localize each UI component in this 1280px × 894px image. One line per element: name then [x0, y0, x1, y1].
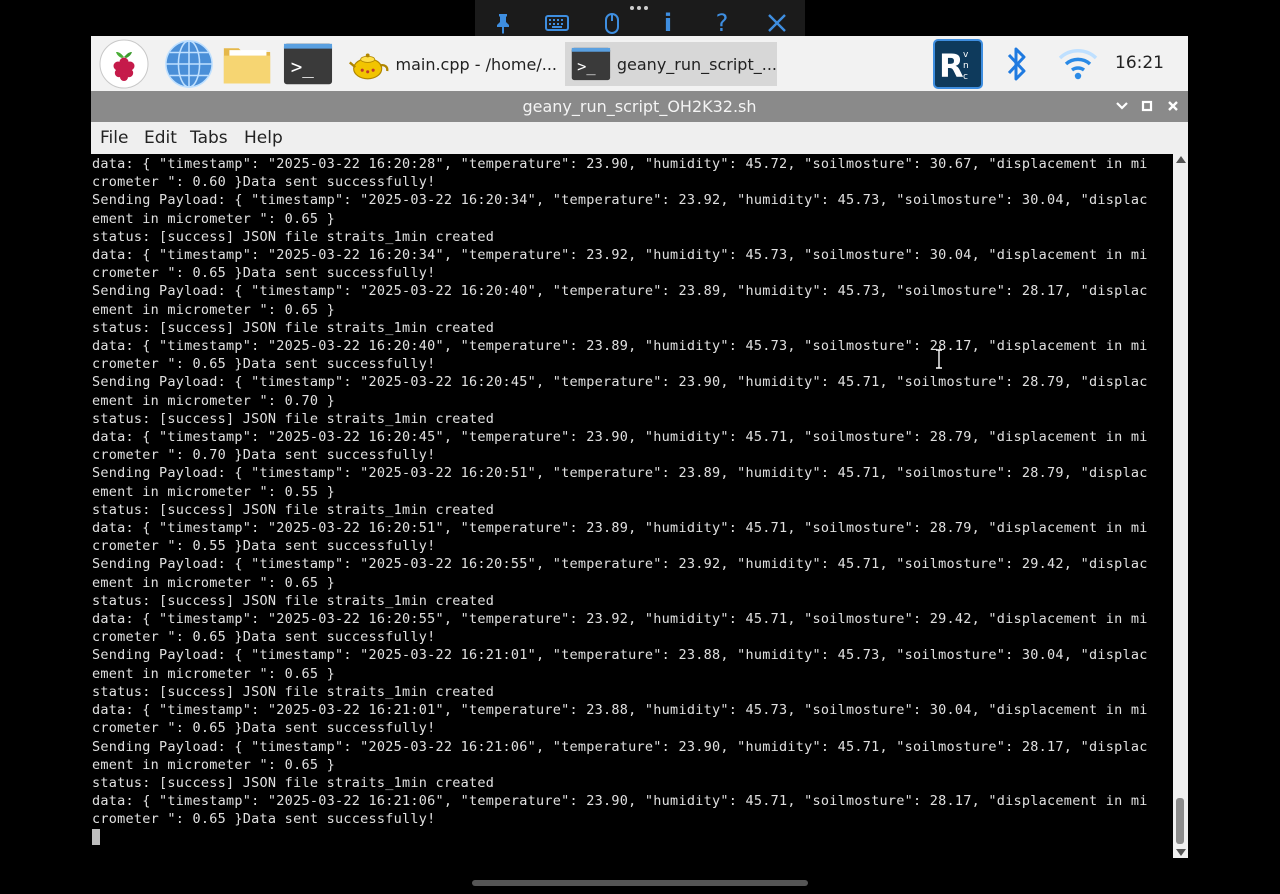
- menu-file[interactable]: File: [100, 122, 128, 154]
- info-glyph: i: [663, 9, 673, 37]
- window-titlebar[interactable]: geany_run_script_OH2K32.sh: [91, 91, 1188, 122]
- menu-edit[interactable]: Edit: [144, 122, 177, 154]
- terminal-icon[interactable]: >_: [283, 40, 333, 88]
- terminal-line: data: { "timestamp": "2025-03-22 16:21:0…: [92, 793, 1148, 810]
- menu-tabs[interactable]: Tabs: [190, 122, 228, 154]
- window-title: geany_run_script_OH2K32.sh: [522, 97, 757, 116]
- geany-icon: [349, 53, 389, 80]
- svg-text:>_: >_: [577, 58, 596, 76]
- terminal-output[interactable]: data: { "timestamp": "2025-03-22 16:20:2…: [91, 154, 1173, 858]
- svg-text:v: v: [963, 50, 969, 60]
- terminal-line: data: { "timestamp": "2025-03-22 16:20:4…: [92, 338, 1148, 355]
- svg-text:R: R: [939, 47, 964, 85]
- scroll-up-arrow[interactable]: [1176, 156, 1186, 163]
- raspberry-menu-icon[interactable]: [99, 39, 149, 89]
- terminal-line: crometer ": 0.65 }Data sent successfully…: [92, 811, 436, 828]
- task-main-cpp[interactable]: main.cpp - /home/...: [349, 42, 557, 86]
- text-cursor-icon: [935, 349, 943, 369]
- terminal-line: status: [success] JSON file straits_1min…: [92, 683, 495, 700]
- scroll-thumb[interactable]: [1176, 798, 1184, 844]
- terminal-line: crometer ": 0.65 }Data sent successfully…: [92, 720, 436, 737]
- task-label: geany_run_script_...: [616, 54, 777, 74]
- terminal-line: data: { "timestamp": "2025-03-22 16:21:0…: [92, 702, 1148, 719]
- terminal-line: crometer ": 0.65 }Data sent successfully…: [92, 629, 436, 646]
- terminal-line: ement in micrometer ": 0.55 }: [92, 483, 335, 500]
- close-window-icon[interactable]: [1164, 97, 1182, 115]
- scrollbar[interactable]: [1173, 154, 1188, 858]
- terminal-line: data: { "timestamp": "2025-03-22 16:20:2…: [92, 156, 1148, 172]
- terminal-line: ement in micrometer ": 0.65 }: [92, 301, 335, 318]
- terminal-line: status: [success] JSON file straits_1min…: [92, 319, 495, 336]
- terminal-line: status: [success] JSON file straits_1min…: [92, 501, 495, 518]
- terminal-line: ement in micrometer ": 0.65 }: [92, 210, 335, 227]
- terminal-line: status: [success] JSON file straits_1min…: [92, 592, 495, 609]
- terminal-line: data: { "timestamp": "2025-03-22 16:20:5…: [92, 611, 1148, 628]
- terminal-line: ement in micrometer ": 0.65 }: [92, 665, 335, 682]
- terminal-line: Sending Payload: { "timestamp": "2025-03…: [92, 465, 1148, 482]
- terminal-line: crometer ": 0.60 }Data sent successfully…: [92, 174, 436, 191]
- terminal-line: status: [success] JSON file straits_1min…: [92, 228, 495, 245]
- bluetooth-icon[interactable]: [997, 40, 1037, 88]
- clock[interactable]: 16:21: [1115, 36, 1164, 91]
- pin-icon[interactable]: [487, 8, 519, 38]
- maximize-icon[interactable]: [1138, 97, 1156, 115]
- file-manager-icon[interactable]: [222, 40, 272, 88]
- terminal-line: crometer ": 0.70 }Data sent successfully…: [92, 447, 436, 464]
- web-browser-icon[interactable]: [164, 40, 214, 88]
- terminal-line: ement in micrometer ": 0.65 }: [92, 574, 335, 591]
- terminal-line: data: { "timestamp": "2025-03-22 16:20:5…: [92, 520, 1148, 537]
- terminal-line: status: [success] JSON file straits_1min…: [92, 410, 495, 427]
- help-glyph: ?: [715, 9, 729, 37]
- terminal-line: Sending Payload: { "timestamp": "2025-03…: [92, 647, 1148, 664]
- home-indicator[interactable]: [472, 880, 808, 886]
- toolbar-drag-handle[interactable]: [627, 6, 651, 12]
- terminal-line: crometer ": 0.55 }Data sent successfully…: [92, 538, 436, 555]
- terminal-line: crometer ": 0.65 }Data sent successfully…: [92, 265, 436, 282]
- terminal-line: ement in micrometer ": 0.70 }: [92, 392, 335, 409]
- menu-help[interactable]: Help: [244, 122, 283, 154]
- minimize-icon[interactable]: [1113, 97, 1131, 115]
- terminal-line: data: { "timestamp": "2025-03-22 16:20:3…: [92, 247, 1148, 264]
- terminal-line: status: [success] JSON file straits_1min…: [92, 774, 495, 791]
- task-geany-run-script[interactable]: >_ geany_run_script_...: [565, 42, 777, 86]
- terminal-line: Sending Payload: { "timestamp": "2025-03…: [92, 556, 1148, 573]
- svg-text:>_: >_: [291, 56, 315, 79]
- terminal-line: Sending Payload: { "timestamp": "2025-03…: [92, 283, 1148, 300]
- terminal-line: Sending Payload: { "timestamp": "2025-03…: [92, 192, 1148, 209]
- terminal-text: data: { "timestamp": "2025-03-22 16:20:2…: [91, 154, 1173, 847]
- terminal-line: Sending Payload: { "timestamp": "2025-03…: [92, 738, 1148, 755]
- task-label: main.cpp - /home/...: [395, 54, 557, 74]
- keyboard-icon[interactable]: [541, 8, 573, 38]
- mouse-icon[interactable]: [596, 8, 628, 38]
- terminal-line: ement in micrometer ": 0.65 }: [92, 756, 335, 773]
- terminal-line: crometer ": 0.65 }Data sent successfully…: [92, 356, 436, 373]
- terminal-window: geany_run_script_OH2K32.sh File Edit Tab…: [91, 91, 1188, 858]
- terminal-line: Sending Payload: { "timestamp": "2025-03…: [92, 374, 1148, 391]
- terminal-cursor: [92, 828, 100, 845]
- terminal-icon: >_: [571, 47, 611, 81]
- menubar: File Edit Tabs Help: [91, 122, 1188, 154]
- help-icon[interactable]: ?: [706, 8, 738, 38]
- terminal-line: data: { "timestamp": "2025-03-22 16:20:4…: [92, 429, 1148, 446]
- vnc-icon[interactable]: R v n c: [931, 39, 985, 89]
- taskbar: >_ main.cpp - /home/... >_ geany_run_scr…: [91, 36, 1188, 91]
- close-icon[interactable]: [761, 8, 793, 38]
- scroll-down-arrow[interactable]: [1176, 849, 1186, 856]
- svg-text:c: c: [963, 72, 968, 82]
- wifi-icon[interactable]: [1055, 40, 1101, 88]
- svg-text:n: n: [963, 61, 969, 71]
- info-icon[interactable]: i: [652, 8, 684, 38]
